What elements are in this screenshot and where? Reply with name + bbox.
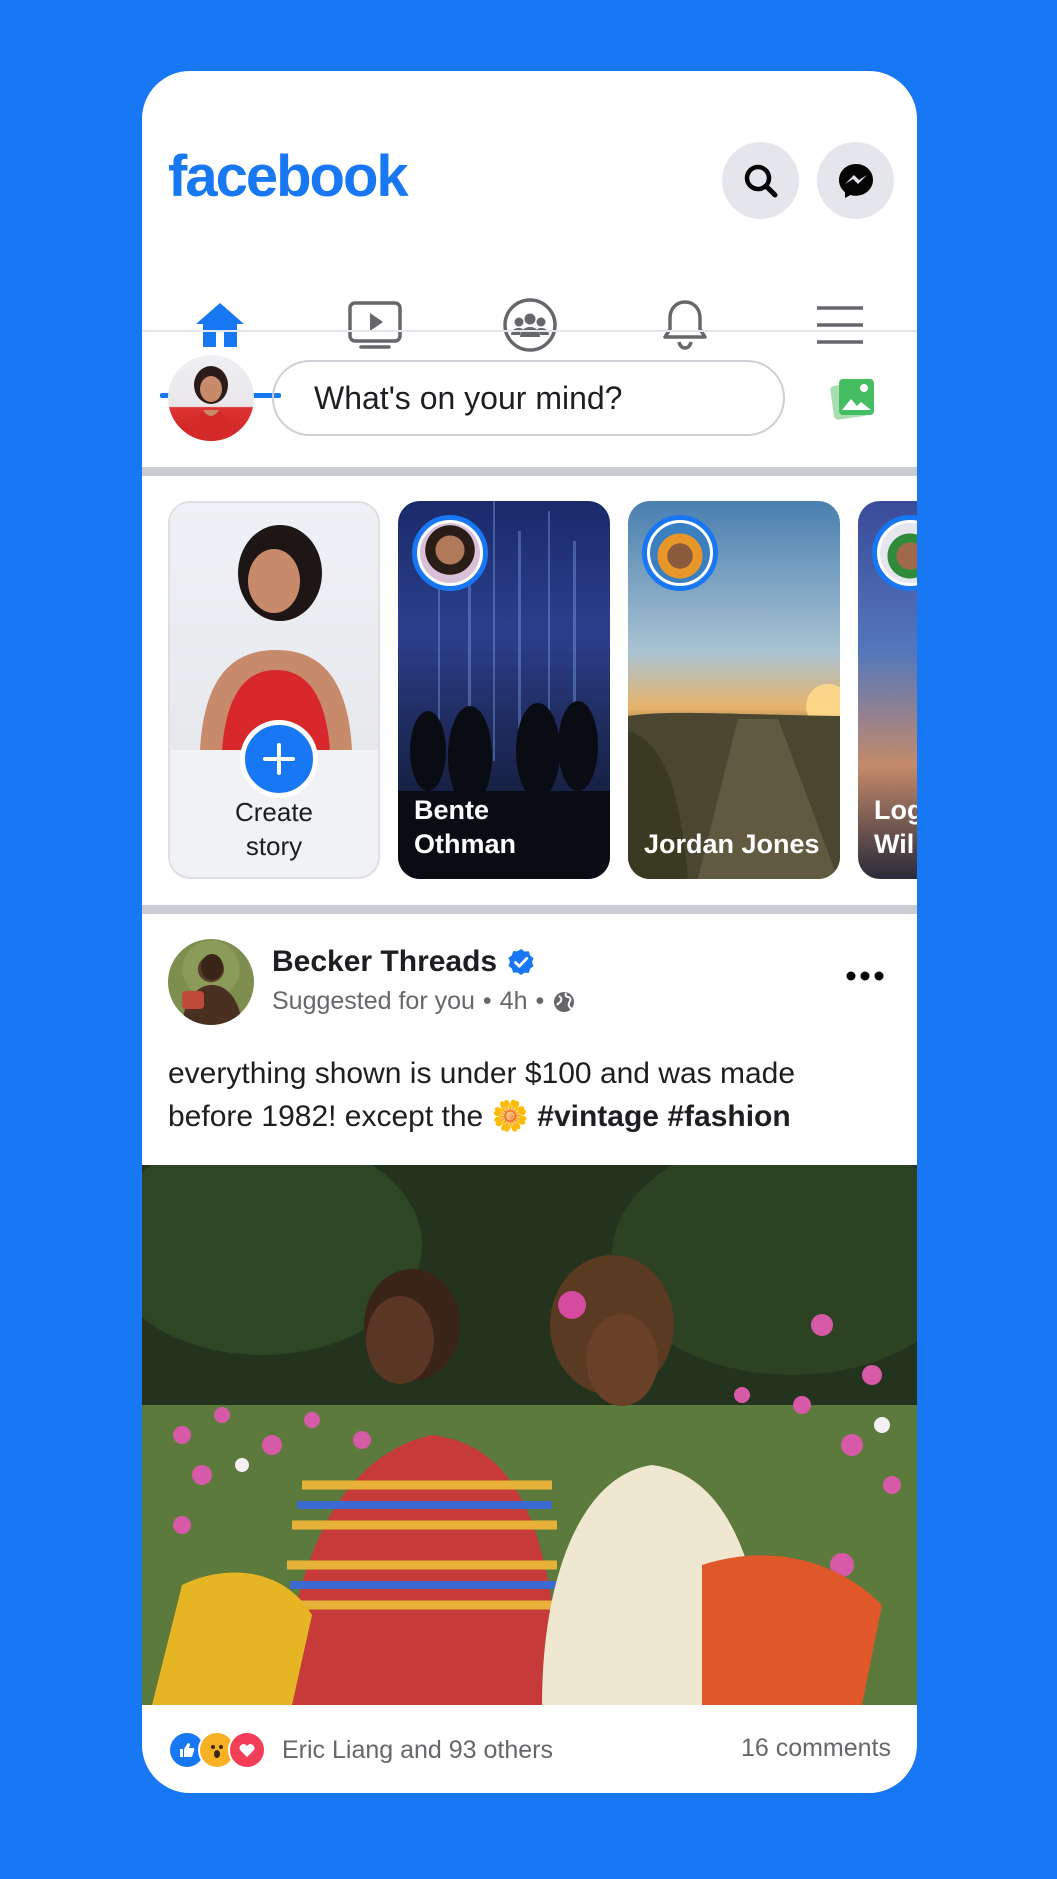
story-author-name: Log Wil (874, 795, 917, 859)
story-card[interactable]: Log Wil (858, 501, 917, 879)
comments-count[interactable]: 16 comments (741, 1734, 891, 1763)
user-avatar-image (186, 366, 236, 441)
video-icon (347, 301, 402, 349)
create-story-photo (170, 503, 378, 750)
post-author-avatar-image (182, 954, 242, 1025)
facebook-logo[interactable]: facebook (168, 143, 409, 210)
reactions-summary[interactable]: Eric Liang and 93 others (168, 1731, 553, 1769)
create-story-label: Create story (234, 797, 314, 861)
story-avatar (642, 515, 718, 591)
hashtag-link[interactable]: #fashion (667, 1100, 790, 1133)
story-author-name: Jordan Jones (644, 829, 820, 859)
user-avatar[interactable] (168, 355, 254, 441)
post-text: everything shown is under $100 and was m… (168, 1052, 888, 1138)
post-photo-scene (142, 1165, 917, 1705)
create-story-plus-button[interactable] (240, 720, 318, 798)
phone-screen: facebook What's on your mind? Create sto… (142, 71, 917, 1793)
post-photo[interactable] (142, 1165, 917, 1705)
post-author-name[interactable]: Becker Threads (272, 945, 497, 979)
messenger-icon (838, 163, 873, 198)
story-avatar (412, 515, 488, 591)
post-author-avatar[interactable] (168, 939, 254, 1025)
home-icon (195, 303, 244, 347)
story-avatar (872, 515, 917, 591)
verified-badge-icon (508, 949, 534, 975)
search-button[interactable] (722, 142, 799, 219)
flower-emoji: 🌼 (491, 1100, 529, 1133)
tabs-divider (142, 330, 917, 332)
reactions-count-text[interactable]: Eric Liang and 93 others (282, 1736, 553, 1765)
meta-dot: • (482, 987, 492, 1015)
post-more-button[interactable] (845, 969, 885, 987)
story-card[interactable]: Bente Othman (398, 501, 610, 879)
photo-button[interactable] (830, 376, 876, 422)
create-story-card[interactable]: Create story (168, 501, 380, 879)
post-suggested-label: Suggested for you (272, 987, 475, 1015)
bell-icon (662, 300, 707, 350)
story-author-name: Bente Othman (414, 795, 517, 859)
section-separator (142, 467, 917, 476)
post-meta: Suggested for you • 4h • (272, 987, 576, 1016)
groups-icon (502, 298, 557, 352)
photo-icon (830, 379, 874, 420)
plus-icon (263, 743, 295, 775)
more-horizontal-icon (846, 971, 884, 981)
menu-icon (816, 306, 863, 344)
meta-dot: • (535, 987, 545, 1015)
post-timestamp[interactable]: 4h (500, 987, 528, 1016)
section-separator (142, 905, 917, 914)
messenger-button[interactable] (817, 142, 894, 219)
search-icon (744, 164, 777, 197)
story-card[interactable]: Jordan Jones (628, 501, 840, 879)
status-composer-input[interactable]: What's on your mind? (272, 360, 785, 436)
hashtag-link[interactable]: #vintage (537, 1100, 659, 1133)
love-reaction-icon (228, 1731, 266, 1769)
post-author[interactable]: Becker Threads (272, 945, 535, 979)
globe-icon (554, 991, 575, 1012)
